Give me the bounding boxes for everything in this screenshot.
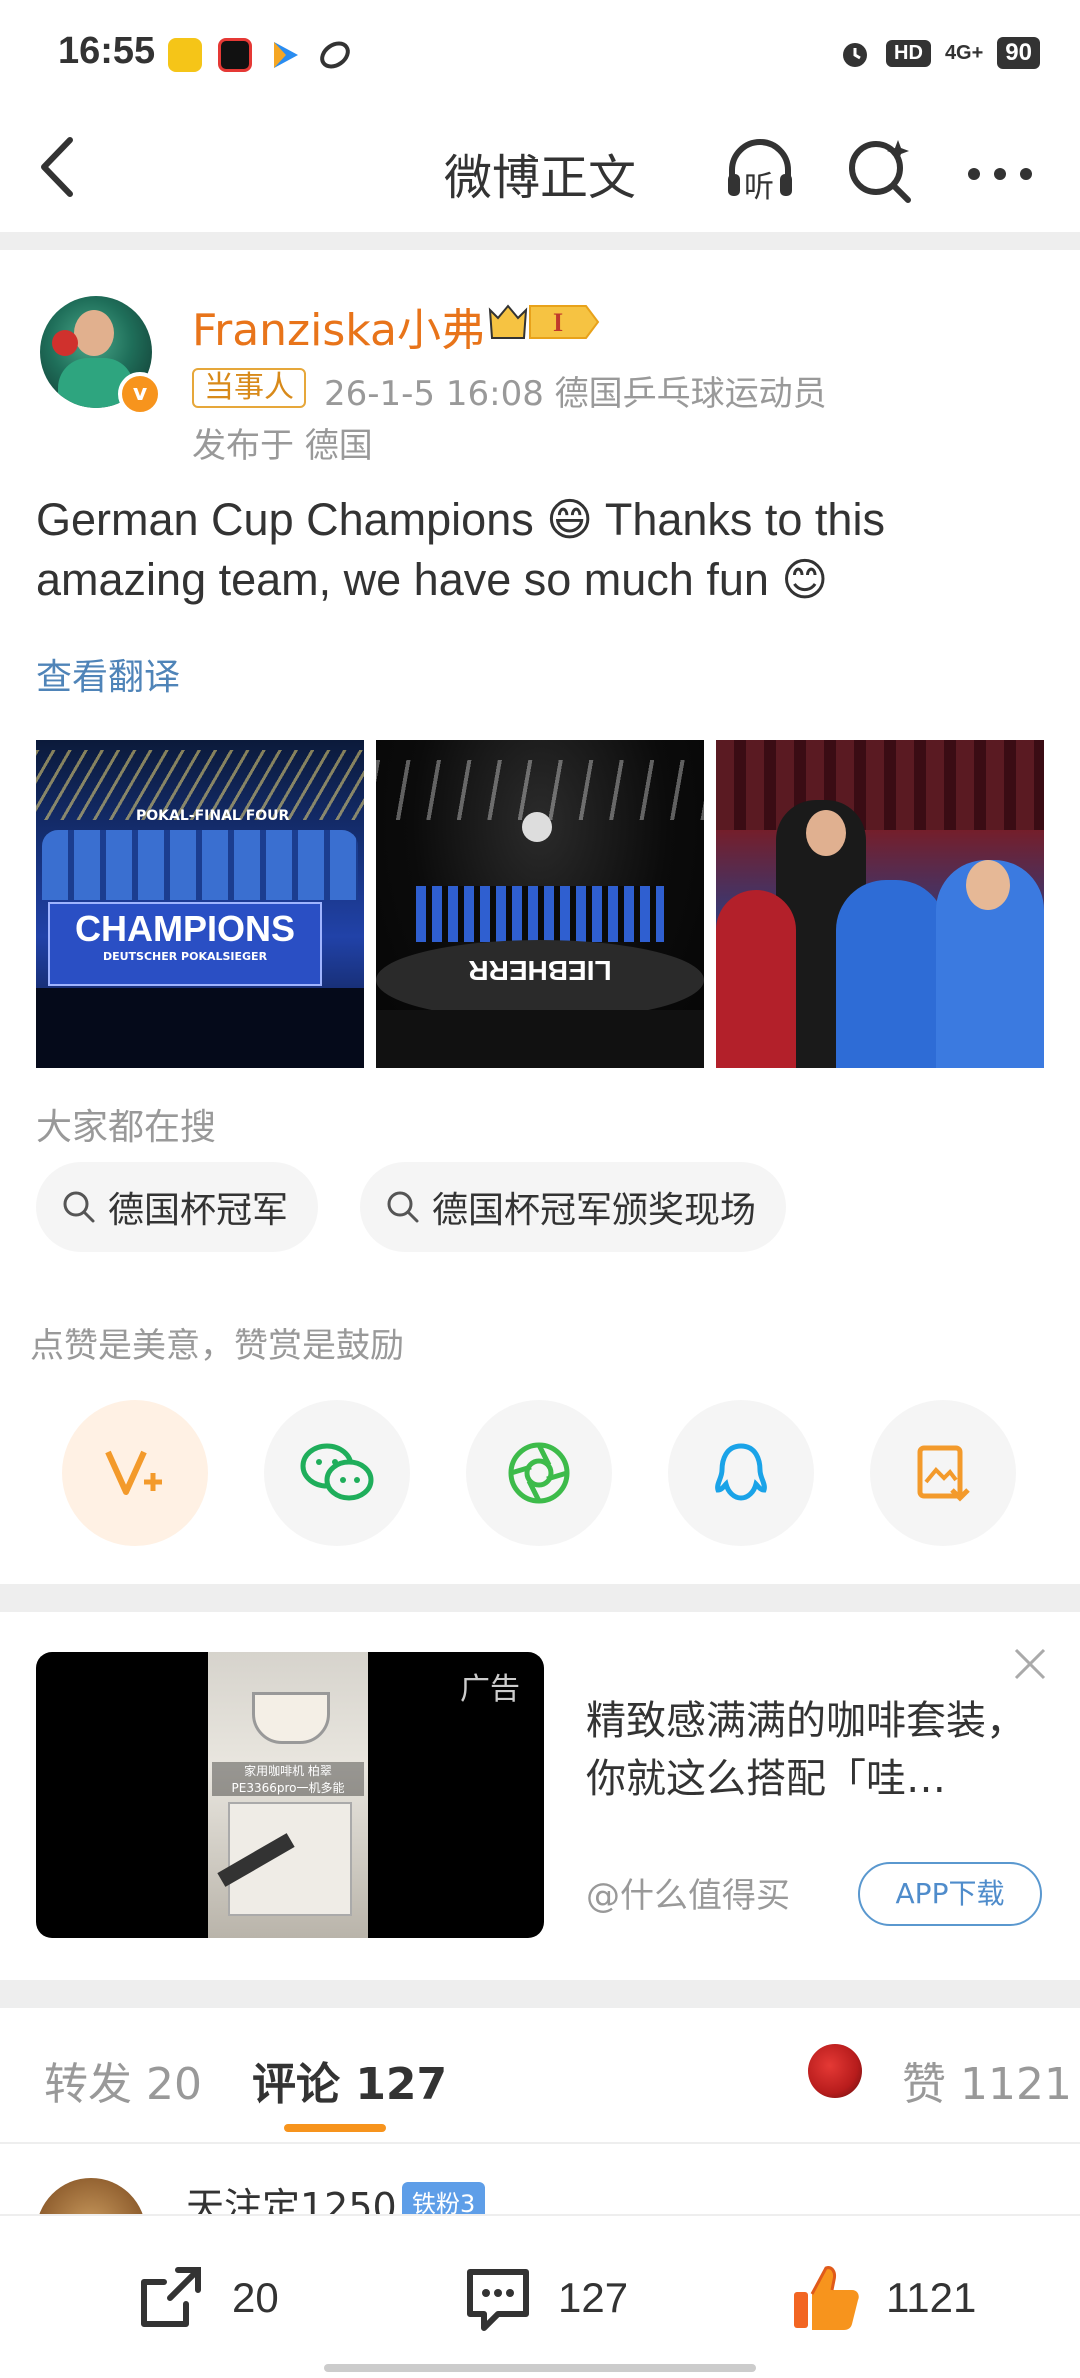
team-line	[416, 886, 664, 942]
repost-icon	[141, 2267, 201, 2327]
champions-board: CHAMPIONS DEUTSCHER POKALSIEGER	[48, 902, 322, 986]
section-divider	[0, 232, 1080, 250]
post-image-1[interactable]: POKAL-FINAL FOUR CHAMPIONS DEUTSCHER POK…	[36, 740, 364, 1068]
repost-button[interactable]: 20	[132, 2258, 279, 2338]
listen-label: 听	[744, 170, 774, 205]
status-app-icons	[168, 38, 352, 72]
weibo-notification-icon	[168, 38, 202, 72]
coffee-machine-photo: 家用咖啡机 柏翠PE3366pro一机多能	[208, 1652, 368, 1938]
battery-indicator: 90	[997, 37, 1040, 69]
like-button[interactable]: 1121	[786, 2258, 976, 2338]
member-level: I	[553, 308, 563, 337]
listen-button[interactable]: 听	[720, 130, 800, 210]
search-chip-label: 德国杯冠军	[108, 1190, 289, 1231]
comment-button[interactable]: 127	[458, 2258, 628, 2338]
save-image-button[interactable]	[870, 1400, 1016, 1546]
coffee-cup	[252, 1692, 330, 1744]
like-count: 1121	[886, 2274, 977, 2321]
status-time: 16:55	[58, 30, 156, 72]
section-divider	[0, 1980, 1080, 2008]
post-image-3[interactable]	[716, 740, 1044, 1068]
more-icon[interactable]	[960, 130, 1040, 210]
author-name[interactable]: Franziska小弗	[192, 294, 485, 358]
face-1	[806, 810, 846, 856]
trophy-ball	[522, 812, 552, 842]
post-meta: 26-1-5 16:08 德国乒乓球运动员	[324, 374, 827, 414]
tab-repost[interactable]: 转发 20	[44, 2048, 202, 2112]
search-chip-label: 德国杯冠军颁奖现场	[432, 1190, 757, 1231]
close-icon[interactable]	[1010, 1644, 1050, 1684]
thumbs-up-icon	[794, 2266, 859, 2330]
post-location: 发布于 德国	[192, 426, 373, 466]
champions-text: CHAMPIONS	[74, 908, 295, 949]
tab-active-indicator	[284, 2124, 386, 2132]
hd-indicator: HD	[886, 39, 931, 67]
reward-tip: 点赞是美意，赞赏是鼓励	[30, 1326, 404, 1366]
save-image-icon	[917, 1445, 970, 1502]
search-chip-2[interactable]: 德国杯冠军颁奖现场	[360, 1162, 787, 1252]
comment-count: 127	[558, 2274, 629, 2321]
image-1-banner: POKAL-FINAL FOUR	[136, 808, 290, 824]
tabs-divider	[0, 2142, 1080, 2144]
ad-image[interactable]: 家用咖啡机 柏翠PE3366pro一机多能 广告	[36, 1652, 544, 1938]
app-download-button[interactable]: APP下载	[858, 1862, 1042, 1926]
share-wechat-button[interactable]	[264, 1400, 410, 1546]
post-image-2[interactable]: LIEBHERR	[376, 740, 704, 1068]
link-notification-icon	[320, 41, 350, 69]
member-crown-icon[interactable]: I	[486, 300, 602, 344]
signal-indicator: 4G+	[944, 41, 984, 64]
section-divider	[0, 1584, 1080, 1612]
status-bar: 16:55 HD 4G+ 90	[0, 0, 1080, 110]
ad-label: 广告	[460, 1672, 520, 1707]
tab-likes[interactable]: 赞 1121	[902, 2048, 1072, 2112]
stage-bottom	[376, 1010, 704, 1068]
alarm-icon	[843, 43, 868, 67]
play-notification-icon	[274, 42, 298, 68]
search-icon	[387, 1191, 419, 1223]
home-indicator[interactable]	[324, 2364, 756, 2372]
status-indicators: HD 4G+ 90	[838, 36, 1040, 70]
ad-source: @什么值得买	[586, 1876, 790, 1916]
search-chip-1[interactable]: 德国杯冠军	[36, 1162, 319, 1252]
search-sparkle-icon[interactable]	[840, 130, 920, 210]
wechat-icon	[300, 1443, 374, 1501]
top-nav: 微博正文 听	[0, 110, 1080, 230]
face-2	[966, 860, 1010, 910]
floor-text: LIEBHERR	[468, 955, 612, 986]
tab-comment[interactable]: 评论 127	[252, 2048, 447, 2112]
role-badge: 当事人	[192, 368, 306, 408]
player-blue-1	[836, 880, 946, 1068]
avatar-face	[74, 310, 114, 356]
search-icon	[63, 1191, 95, 1223]
stage-floor	[36, 988, 364, 1068]
share-qq-button[interactable]	[668, 1400, 814, 1546]
reward-button[interactable]	[62, 1400, 208, 1546]
share-moments-button[interactable]	[466, 1400, 612, 1546]
qq-icon	[715, 1443, 767, 1501]
v-plus-icon	[105, 1450, 162, 1495]
translate-link[interactable]: 查看翻译	[36, 648, 180, 700]
comment-icon	[467, 2269, 529, 2331]
avatar-paddle	[52, 330, 78, 356]
man-red-jacket	[716, 890, 796, 1068]
post-text: German Cup Champions 😄 Thanks to this am…	[36, 494, 885, 605]
liker-avatar	[808, 2044, 862, 2098]
repost-count: 20	[232, 2274, 279, 2321]
ad-image-caption: 家用咖啡机 柏翠PE3366pro一机多能	[212, 1762, 364, 1796]
champions-subtext: DEUTSCHER POKALSIEGER	[102, 950, 268, 963]
moments-icon	[508, 1442, 570, 1504]
trending-search-heading: 大家都在搜	[36, 1107, 217, 1148]
crowd	[716, 740, 1044, 830]
video-notification-icon	[218, 38, 252, 72]
ad-title[interactable]: 精致感满满的咖啡套装，你就这么搭配「哇…	[586, 1692, 1026, 1808]
players-row	[42, 830, 358, 900]
verified-icon: v	[118, 372, 162, 416]
arena-lights	[376, 760, 704, 820]
